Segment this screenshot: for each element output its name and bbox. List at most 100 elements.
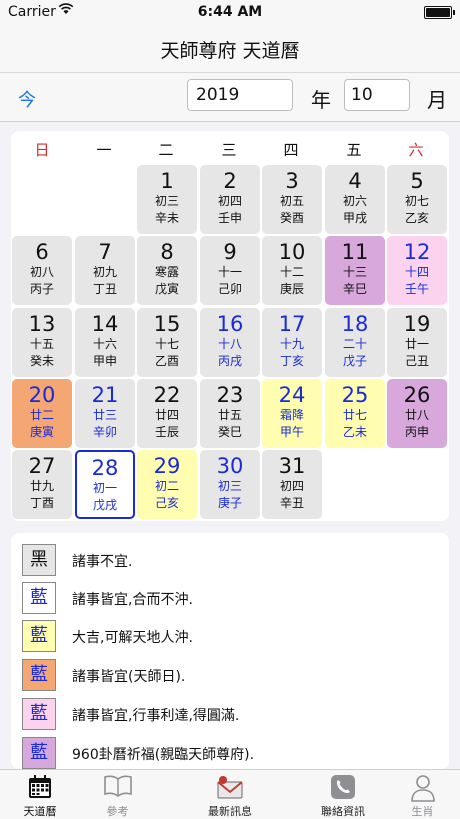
day-number: 15 <box>153 312 181 336</box>
day-number: 25 <box>341 383 369 407</box>
lunar-date: 初三 <box>217 479 242 493</box>
day-cell[interactable]: 24 霜降 甲午 <box>262 379 322 448</box>
day-number: 23 <box>216 383 244 407</box>
weekday-wed: 三 <box>221 141 237 159</box>
legend-swatch-pink: 藍 <box>22 698 56 730</box>
day-number: 24 <box>278 383 306 407</box>
day-cell[interactable]: 16 十八 丙戌 <box>200 308 260 377</box>
day-cell[interactable]: 7 初九 丁丑 <box>75 236 135 305</box>
tab-calendar[interactable]: 天道曆 <box>0 770 80 819</box>
lunar-date: 二十 <box>342 337 367 351</box>
weekday-tue: 二 <box>158 141 174 159</box>
day-cell[interactable]: 6 初八 丙子 <box>12 236 72 305</box>
day-number: 28 <box>91 456 119 480</box>
month-input[interactable] <box>344 79 410 111</box>
ganzhi: 庚子 <box>217 496 242 510</box>
tab-reference[interactable]: 參考 <box>80 770 155 819</box>
ganzhi: 辛卯 <box>92 425 117 439</box>
day-number: 11 <box>341 240 369 264</box>
legend-text: 諸事皆宜,行事利達,得圓滿. <box>72 708 240 724</box>
legend-row: 藍 諸事皆宜,合而不沖. <box>22 582 442 618</box>
day-number: 6 <box>35 240 49 264</box>
ganzhi: 乙未 <box>342 425 367 439</box>
ganzhi: 丁酉 <box>29 496 54 510</box>
day-cell[interactable]: 10 十二 庚辰 <box>262 236 322 305</box>
lunar-date: 廿八 <box>404 408 429 422</box>
calendar-grid: 日 一 二 三 四 五 六 1 初三 辛未 2 初四 壬申 3 初五 癸酉 4 初六 甲戌 5初… <box>11 131 449 521</box>
ganzhi: 丙申 <box>404 425 429 439</box>
day-cell[interactable]: 5 初七 乙亥 <box>387 165 447 234</box>
year-input[interactable] <box>187 79 293 111</box>
ganzhi: 己丑 <box>404 354 429 368</box>
day-cell[interactable]: 29 初二 己亥 <box>137 450 197 519</box>
tab-news[interactable]: 最新訊息 <box>190 770 270 819</box>
lunar-date: 初三 <box>154 194 179 208</box>
ganzhi: 癸酉 <box>279 211 304 225</box>
day-number: 22 <box>153 383 181 407</box>
today-button[interactable]: 今 <box>18 86 36 112</box>
day-cell[interactable]: 11 十三 辛巳 <box>325 236 385 305</box>
day-number: 18 <box>341 312 369 336</box>
tab-label: 參考 <box>106 805 129 818</box>
legend-text: 諸事不宜. <box>72 554 133 570</box>
day-cell[interactable]: 19 廿一 己丑 <box>387 308 447 377</box>
lunar-date: 十六 <box>92 337 117 351</box>
day-number: 2 <box>223 169 237 193</box>
lunar-date: 廿七 <box>342 408 367 422</box>
ganzhi: 辛未 <box>154 211 179 225</box>
ganzhi: 癸巳 <box>217 425 242 439</box>
legend-row: 藍 諸事皆宜(天師日). <box>22 659 442 695</box>
phone-icon <box>330 774 356 804</box>
lunar-date: 初一 <box>92 481 117 495</box>
ganzhi: 己卯 <box>217 282 242 296</box>
battery-icon <box>424 6 455 19</box>
lunar-date: 初六 <box>342 194 367 208</box>
day-cell[interactable]: 26 廿八 丙申 <box>387 379 447 448</box>
day-cell[interactable]: 30 初三 庚子 <box>200 450 260 519</box>
calendar-icon <box>27 774 53 804</box>
day-cell[interactable]: 4 初六 甲戌 <box>325 165 385 234</box>
tab-contact[interactable]: 聯絡資訊 <box>303 770 383 819</box>
ganzhi: 壬午 <box>404 282 429 296</box>
day-cell[interactable]: 2 初四壬申 <box>200 165 260 234</box>
day-cell[interactable]: 31 初四 辛丑 <box>262 450 322 519</box>
day-number: 21 <box>91 383 119 407</box>
lunar-date: 初八 <box>29 265 54 279</box>
day-cell[interactable]: 21 廿三 辛卯 <box>75 379 135 448</box>
legend-row: 藍 諸事皆宜,行事利達,得圓滿. <box>22 698 442 734</box>
lunar-date: 初四 <box>217 194 242 208</box>
day-cell[interactable]: 12 十四 壬午 <box>387 236 447 305</box>
day-cell[interactable]: 3 初五 癸酉 <box>262 165 322 234</box>
day-cell[interactable]: 9 十一 己卯 <box>200 236 260 305</box>
ganzhi: 丁丑 <box>92 282 117 296</box>
lunar-date: 初四 <box>279 479 304 493</box>
ganzhi: 壬申 <box>217 211 242 225</box>
lunar-date: 初二 <box>154 479 179 493</box>
ganzhi: 戊戌 <box>92 498 117 512</box>
day-cell[interactable]: 17 十九 丁亥 <box>262 308 322 377</box>
legend-text: 大吉,可解天地人沖. <box>72 630 193 646</box>
ganzhi: 丁亥 <box>279 354 304 368</box>
day-number: 19 <box>403 312 431 336</box>
day-cell[interactable]: 1 初三 辛未 <box>137 165 197 234</box>
tab-label: 生肖 <box>411 805 434 818</box>
day-cell[interactable]: 14 十六 甲申 <box>75 308 135 377</box>
lunar-date: 十七 <box>154 337 179 351</box>
day-cell[interactable]: 13 十五 癸未 <box>12 308 72 377</box>
day-cell-today[interactable]: 28 初一戊戌 <box>75 450 135 519</box>
day-cell[interactable]: 27 廿九 丁酉 <box>12 450 72 519</box>
legend-swatch-black: 黑 <box>22 544 56 576</box>
tab-label: 聯絡資訊 <box>321 805 365 818</box>
day-cell[interactable]: 22 廿四 壬辰 <box>137 379 197 448</box>
page-title: 天師尊府 天道曆 <box>160 40 300 62</box>
day-cell[interactable]: 23 廿五 癸巳 <box>200 379 260 448</box>
tab-zodiac[interactable]: 生肖 <box>385 770 460 819</box>
day-cell[interactable]: 25 廿七乙未 <box>325 379 385 448</box>
day-cell[interactable]: 8 寒露 戊寅 <box>137 236 197 305</box>
ganzhi: 戊寅 <box>154 282 179 296</box>
day-cell[interactable]: 20 廿二 庚寅 <box>12 379 72 448</box>
legend-row: 藍 大吉,可解天地人沖. <box>22 620 442 656</box>
day-cell[interactable]: 15 十七 乙酉 <box>137 308 197 377</box>
weekday-thu: 四 <box>283 141 299 159</box>
day-cell[interactable]: 18 二十 戊子 <box>325 308 385 377</box>
